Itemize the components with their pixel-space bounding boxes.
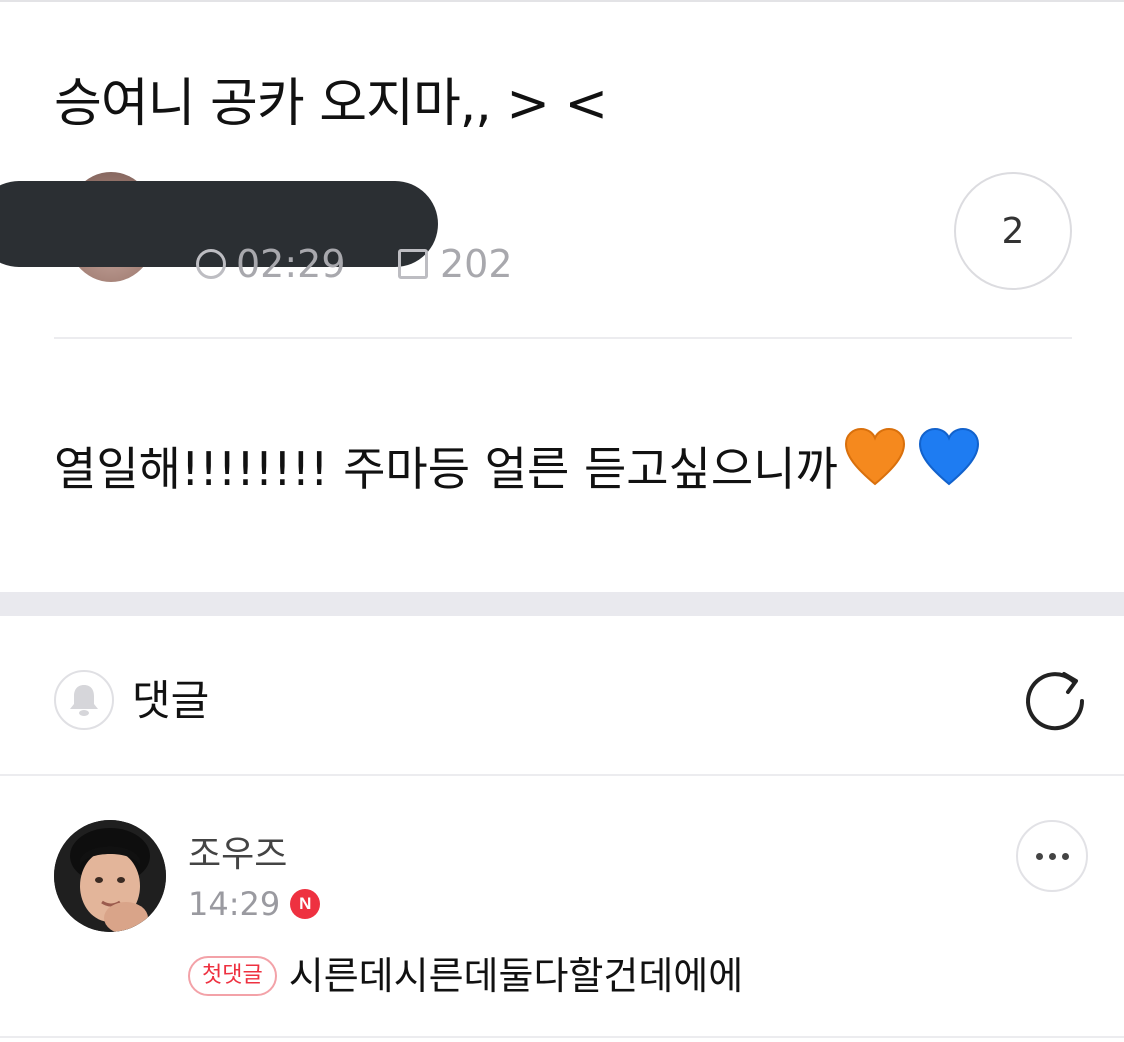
post-body-text: 열일해!!!!!!!! 주마등 얼른 듣고싶으니까 [54, 442, 838, 496]
divider [54, 337, 1072, 339]
commenter-avatar[interactable] [54, 820, 166, 932]
clock-icon [196, 249, 226, 279]
section-gap [0, 592, 1124, 616]
new-badge: N [290, 889, 321, 919]
post-time: 02:29 [196, 240, 346, 288]
post-views-value: 202 [440, 242, 513, 286]
notification-bell-button[interactable] [54, 670, 114, 730]
blue-heart-icon [918, 427, 980, 510]
top-divider [0, 0, 1124, 2]
post-body: 열일해!!!!!!!! 주마등 얼른 듣고싶으니까 [54, 427, 980, 510]
comment-count-button[interactable]: 2 [954, 172, 1072, 290]
views-icon [398, 249, 428, 279]
comment-content: 첫댓글 시른데시른데둘다할건데에에 [188, 948, 743, 1004]
post-title: 승여니 공카 오지마,, > < [54, 74, 608, 134]
comment-more-button[interactable] [1016, 820, 1088, 892]
commenter-name[interactable]: 조우즈 [188, 832, 287, 878]
comment-time: 14:29 [188, 885, 281, 923]
orange-heart-icon [844, 427, 906, 510]
more-dot-icon [1048, 852, 1056, 860]
post-time-value: 02:29 [236, 242, 346, 286]
comment-count-value: 2 [1001, 210, 1025, 252]
first-comment-badge: 첫댓글 [188, 956, 277, 996]
comment-meta: 14:29 N [188, 882, 321, 926]
divider [0, 1036, 1124, 1038]
bell-icon [70, 685, 98, 716]
refresh-icon [1026, 672, 1085, 731]
refresh-button[interactable] [1022, 668, 1088, 734]
post-views: 202 [398, 240, 513, 288]
comments-header: 댓글 [54, 668, 1094, 734]
comments-title: 댓글 [132, 676, 210, 725]
comment-item: 조우즈 14:29 N 첫댓글 시른데시른데둘다할건데에에 [54, 820, 1094, 1020]
divider [0, 774, 1124, 776]
comment-text: 시른데시른데둘다할건데에에 [288, 954, 744, 998]
more-dot-icon [1035, 852, 1043, 860]
more-dot-icon [1061, 852, 1069, 860]
